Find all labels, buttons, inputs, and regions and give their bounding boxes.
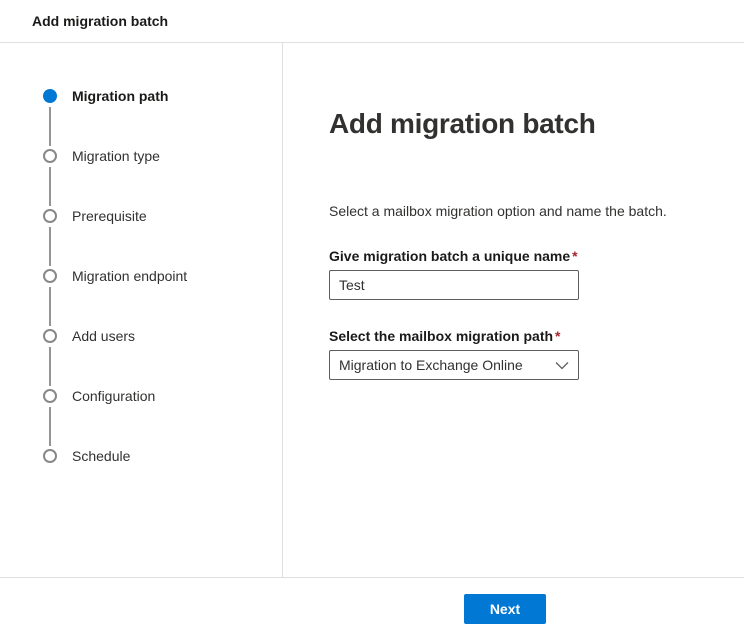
step-label: Prerequisite <box>72 208 147 224</box>
page-description: Select a mailbox migration option and na… <box>329 203 667 219</box>
migration-path-dropdown[interactable]: Migration to Exchange Online <box>329 350 579 380</box>
step-schedule: Schedule <box>0 449 282 509</box>
step-label: Schedule <box>72 448 131 464</box>
step-connector-line <box>49 347 51 386</box>
migration-path-label: Select the mailbox migration path * <box>329 328 744 345</box>
step-label: Migration path <box>72 88 169 104</box>
wizard-header: Add migration batch <box>0 0 744 43</box>
step-add-users: Add users <box>0 329 282 389</box>
step-migration-type: Migration type <box>0 149 282 209</box>
required-asterisk: * <box>555 328 561 344</box>
step-connector-line <box>49 227 51 266</box>
next-button[interactable]: Next <box>464 594 546 624</box>
step-migration-endpoint: Migration endpoint <box>0 269 282 329</box>
step-circle-icon <box>43 449 57 463</box>
chevron-down-icon <box>555 361 569 370</box>
step-connector-line <box>49 407 51 446</box>
step-migration-path: Migration path <box>0 89 282 149</box>
migration-path-label-text: Select the mailbox migration path <box>329 328 554 344</box>
wizard-content: Add migration batch Select a mailbox mig… <box>283 43 744 577</box>
step-circle-icon <box>43 329 57 343</box>
step-circle-icon <box>43 269 57 283</box>
page-title: Add migration batch <box>329 108 596 139</box>
step-connector-line <box>49 287 51 326</box>
step-label: Migration endpoint <box>72 268 188 284</box>
step-label: Configuration <box>72 388 156 404</box>
step-configuration: Configuration <box>0 389 282 449</box>
batch-name-input[interactable] <box>329 270 579 300</box>
step-label: Add users <box>72 328 136 344</box>
wizard-stepper: Migration path Migration type Prerequisi… <box>0 43 283 577</box>
wizard-header-title: Add migration batch <box>32 13 169 29</box>
migration-path-selected-value: Migration to Exchange Online <box>339 357 523 373</box>
step-connector-line <box>49 107 51 146</box>
step-filled-circle-icon <box>43 89 57 103</box>
step-prerequisite: Prerequisite <box>0 209 282 269</box>
wizard-body: Migration path Migration type Prerequisi… <box>0 43 744 577</box>
step-label: Migration type <box>72 148 160 164</box>
batch-name-label: Give migration batch a unique name * <box>329 248 744 265</box>
step-circle-icon <box>43 389 57 403</box>
wizard-footer: Next <box>0 577 744 629</box>
step-circle-icon <box>43 149 57 163</box>
step-connector-line <box>49 167 51 206</box>
required-asterisk: * <box>572 248 578 264</box>
step-circle-icon <box>43 209 57 223</box>
batch-name-label-text: Give migration batch a unique name <box>329 248 571 264</box>
